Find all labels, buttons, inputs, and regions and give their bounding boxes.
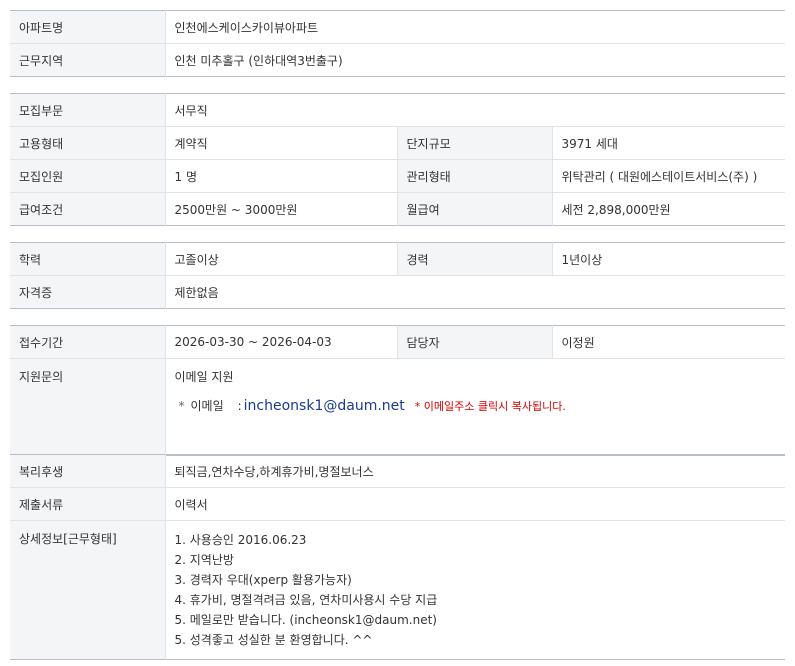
welfare-value: 퇴직금,연차수당,하계휴가비,명절보너스 [164, 454, 785, 488]
detail-line: 3. 경력자 우대(xperp 활용가능자) [174, 573, 352, 587]
application-table: 접수기간 2026-03-30 ~ 2026-04-03 담당자 이정원 지원문… [10, 325, 785, 456]
department-label: 모집부문 [10, 93, 165, 127]
complex-size-value: 3971 세대 [551, 126, 786, 160]
detail-line: 2. 지역난방 [174, 553, 234, 567]
apartment-name-label: 아파트명 [10, 10, 165, 44]
complex-size-label: 단지규모 [396, 126, 552, 160]
job-posting-detail: 아파트명 인천에스케이스카이뷰아파트 근무지역 인천 미추홀구 (인하대역3번출… [0, 0, 795, 666]
detail-label: 상세정보[근무형태] [10, 520, 165, 660]
monthly-pay-value: 세전 2,898,000만원 [551, 192, 786, 226]
email-bullet: * [178, 399, 185, 413]
email-row: * 이메일 : incheonsk1@daum.net * 이메일주소 클릭시 … [175, 397, 777, 414]
salary-value: 2500만원 ~ 3000만원 [164, 192, 397, 226]
apartment-name-row: 아파트명 인천에스케이스카이뷰아파트 [10, 10, 786, 44]
detail-line: 5. 성격좋고 성실한 분 환영합니다. ^^ [174, 633, 373, 647]
salary-label: 급여조건 [10, 192, 165, 226]
manager-value: 이정원 [551, 325, 785, 359]
employment-type-row: 고용형태 계약직 단지규모 3971 세대 [10, 126, 786, 160]
application-period-value: 2026-03-30 ~ 2026-04-03 [164, 325, 397, 359]
documents-label: 제출서류 [10, 487, 165, 521]
detail-line: 1. 사용승인 2016.06.23 [174, 533, 307, 547]
documents-value: 이력서 [164, 487, 785, 521]
education-label: 학력 [10, 242, 165, 276]
inquiry-label: 지원문의 [10, 358, 165, 456]
welfare-row: 복리후생 퇴직금,연차수당,하계휴가비,명절보너스 [10, 454, 785, 488]
work-region-row: 근무지역 인천 미추홀구 (인하대역3번출구) [10, 43, 786, 77]
benefits-details-table: 복리후생 퇴직금,연차수당,하계휴가비,명절보너스 제출서류 이력서 상세정보[… [10, 454, 785, 660]
inquiry-row: 지원문의 이메일 지원 * 이메일 : incheonsk1@daum.net … [10, 358, 785, 456]
application-period-row: 접수기간 2026-03-30 ~ 2026-04-03 담당자 이정원 [10, 325, 785, 359]
monthly-pay-label: 월급여 [396, 192, 552, 226]
job-conditions-table: 모집부문 서무직 고용형태 계약직 단지규모 3971 세대 모집인원 1 명 … [10, 93, 786, 226]
apartment-name-value: 인천에스케이스카이뷰아파트 [164, 10, 786, 44]
headcount-label: 모집인원 [10, 159, 165, 193]
education-row: 학력 고졸이상 경력 1년이상 [10, 242, 785, 276]
department-row: 모집부문 서무직 [10, 93, 786, 127]
email-link[interactable]: incheonsk1@daum.net [244, 398, 405, 414]
detail-lines: 1. 사용승인 2016.06.23 2. 지역난방 3. 경력자 우대(xpe… [164, 520, 785, 660]
detail-line: 4. 휴가비, 명절격려금 있음, 연차미사용시 수당 지급 [174, 593, 438, 607]
qualifications-table: 학력 고졸이상 경력 1년이상 자격증 제한없음 [10, 242, 785, 309]
email-copy-note: * 이메일주소 클릭시 복사됩니다. [414, 400, 566, 413]
headcount-value: 1 명 [164, 159, 397, 193]
manager-label: 담당자 [396, 325, 552, 359]
welfare-label: 복리후생 [10, 454, 165, 488]
detail-row: 상세정보[근무형태] 1. 사용승인 2016.06.23 2. 지역난방 3.… [10, 520, 785, 660]
experience-label: 경력 [396, 242, 552, 276]
certificate-label: 자격증 [10, 275, 165, 309]
application-period-label: 접수기간 [10, 325, 165, 359]
email-colon: : [237, 399, 242, 413]
documents-row: 제출서류 이력서 [10, 487, 785, 521]
department-value: 서무직 [164, 93, 786, 127]
apartment-info-table: 아파트명 인천에스케이스카이뷰아파트 근무지역 인천 미추홀구 (인하대역3번출… [10, 10, 786, 77]
work-region-value: 인천 미추홀구 (인하대역3번출구) [164, 43, 786, 77]
education-value: 고졸이상 [164, 242, 397, 276]
headcount-row: 모집인원 1 명 관리형태 위탁관리 ( 대원에스테이트서비스(주) ) [10, 159, 786, 193]
experience-value: 1년이상 [551, 242, 785, 276]
certificate-row: 자격증 제한없음 [10, 275, 785, 309]
salary-row: 급여조건 2500만원 ~ 3000만원 월급여 세전 2,898,000만원 [10, 192, 786, 226]
employment-type-label: 고용형태 [10, 126, 165, 160]
management-type-label: 관리형태 [396, 159, 552, 193]
detail-line: 5. 메일로만 받습니다. (incheonsk1@daum.net) [174, 613, 437, 627]
inquiry-method: 이메일 지원 [174, 370, 234, 384]
management-type-value: 위탁관리 ( 대원에스테이트서비스(주) ) [551, 159, 786, 193]
employment-type-value: 계약직 [164, 126, 397, 160]
inquiry-cell: 이메일 지원 * 이메일 : incheonsk1@daum.net * 이메일… [164, 358, 785, 456]
certificate-value: 제한없음 [164, 275, 785, 309]
email-label: 이메일 [190, 399, 224, 413]
work-region-label: 근무지역 [10, 43, 165, 77]
